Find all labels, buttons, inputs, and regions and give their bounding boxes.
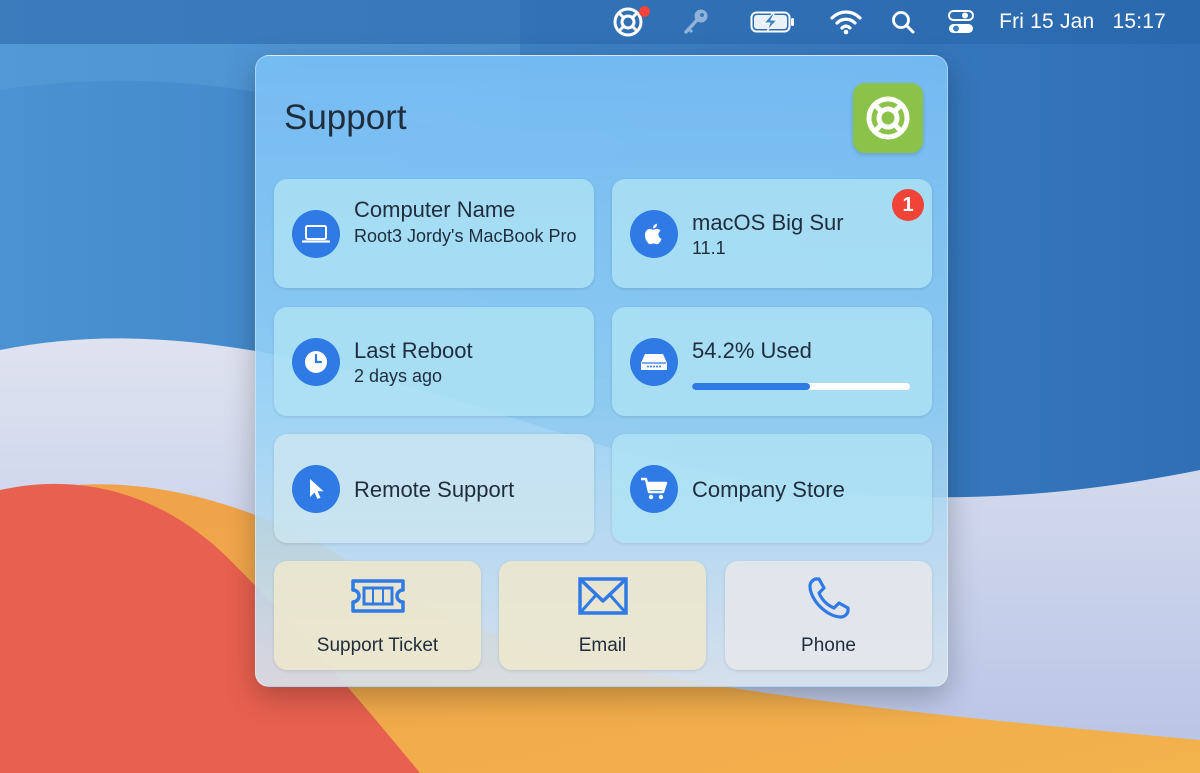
email-label: Email (578, 635, 627, 656)
phone-button[interactable]: Phone (725, 561, 932, 670)
menu-bar: Fri 15 Jan 15:17 (0, 0, 1200, 44)
search-icon[interactable] (889, 0, 917, 44)
storage-progress-bar (692, 383, 910, 390)
disk-icon (630, 338, 678, 386)
email-button[interactable]: Email (499, 561, 706, 670)
storage-progress-fill (692, 383, 811, 390)
macos-version-tile[interactable]: macOS Big Sur 11.1 1 (612, 179, 932, 288)
storage-used-label: 54.2% Used (692, 338, 812, 363)
wifi-icon[interactable] (829, 0, 863, 44)
laptop-icon (292, 210, 340, 258)
phone-label: Phone (801, 635, 856, 656)
macos-version-value: 11.1 (692, 238, 726, 258)
update-count-badge: 1 (892, 189, 924, 221)
support-ticket-label: Support Ticket (316, 635, 439, 656)
support-panel: Support Computer Name Root3 Jordy's MacB… (255, 55, 948, 687)
remote-support-label: Remote Support (354, 477, 515, 502)
menubar-time: 15:17 (1112, 10, 1166, 33)
last-reboot-label: Last Reboot (354, 338, 473, 363)
notification-dot (639, 6, 651, 17)
battery-charging-icon[interactable] (749, 0, 797, 44)
last-reboot-tile[interactable]: Last Reboot 2 days ago (274, 307, 594, 416)
panel-title: Support (284, 98, 407, 137)
last-reboot-value: 2 days ago (354, 366, 443, 386)
menubar-clock[interactable]: Fri 15 Jan 15:17 (999, 0, 1166, 44)
control-center-icon[interactable] (947, 0, 975, 44)
phone-icon (725, 575, 932, 621)
lifebuoy-menubar-icon[interactable] (609, 0, 651, 44)
macos-name-label: macOS Big Sur (692, 210, 844, 235)
computer-name-label: Computer Name (354, 197, 516, 222)
apple-icon (630, 210, 678, 258)
computer-name-value: Root3 Jordy's MacBook Pro (354, 226, 577, 246)
remote-support-tile[interactable]: Remote Support (274, 434, 594, 543)
menubar-date: Fri 15 Jan (999, 10, 1095, 33)
cursor-icon (292, 465, 340, 513)
ticket-icon (274, 575, 481, 617)
key-icon[interactable] (679, 0, 713, 44)
storage-tile[interactable]: 54.2% Used (612, 307, 932, 416)
computer-name-tile[interactable]: Computer Name Root3 Jordy's MacBook Pro (274, 179, 594, 288)
support-ticket-button[interactable]: Support Ticket (274, 561, 481, 670)
clock-icon (292, 338, 340, 386)
envelope-icon (499, 575, 706, 617)
lifebuoy-icon[interactable] (853, 83, 923, 153)
cart-icon (630, 465, 678, 513)
company-store-label: Company Store (692, 477, 845, 502)
company-store-tile[interactable]: Company Store (612, 434, 932, 543)
